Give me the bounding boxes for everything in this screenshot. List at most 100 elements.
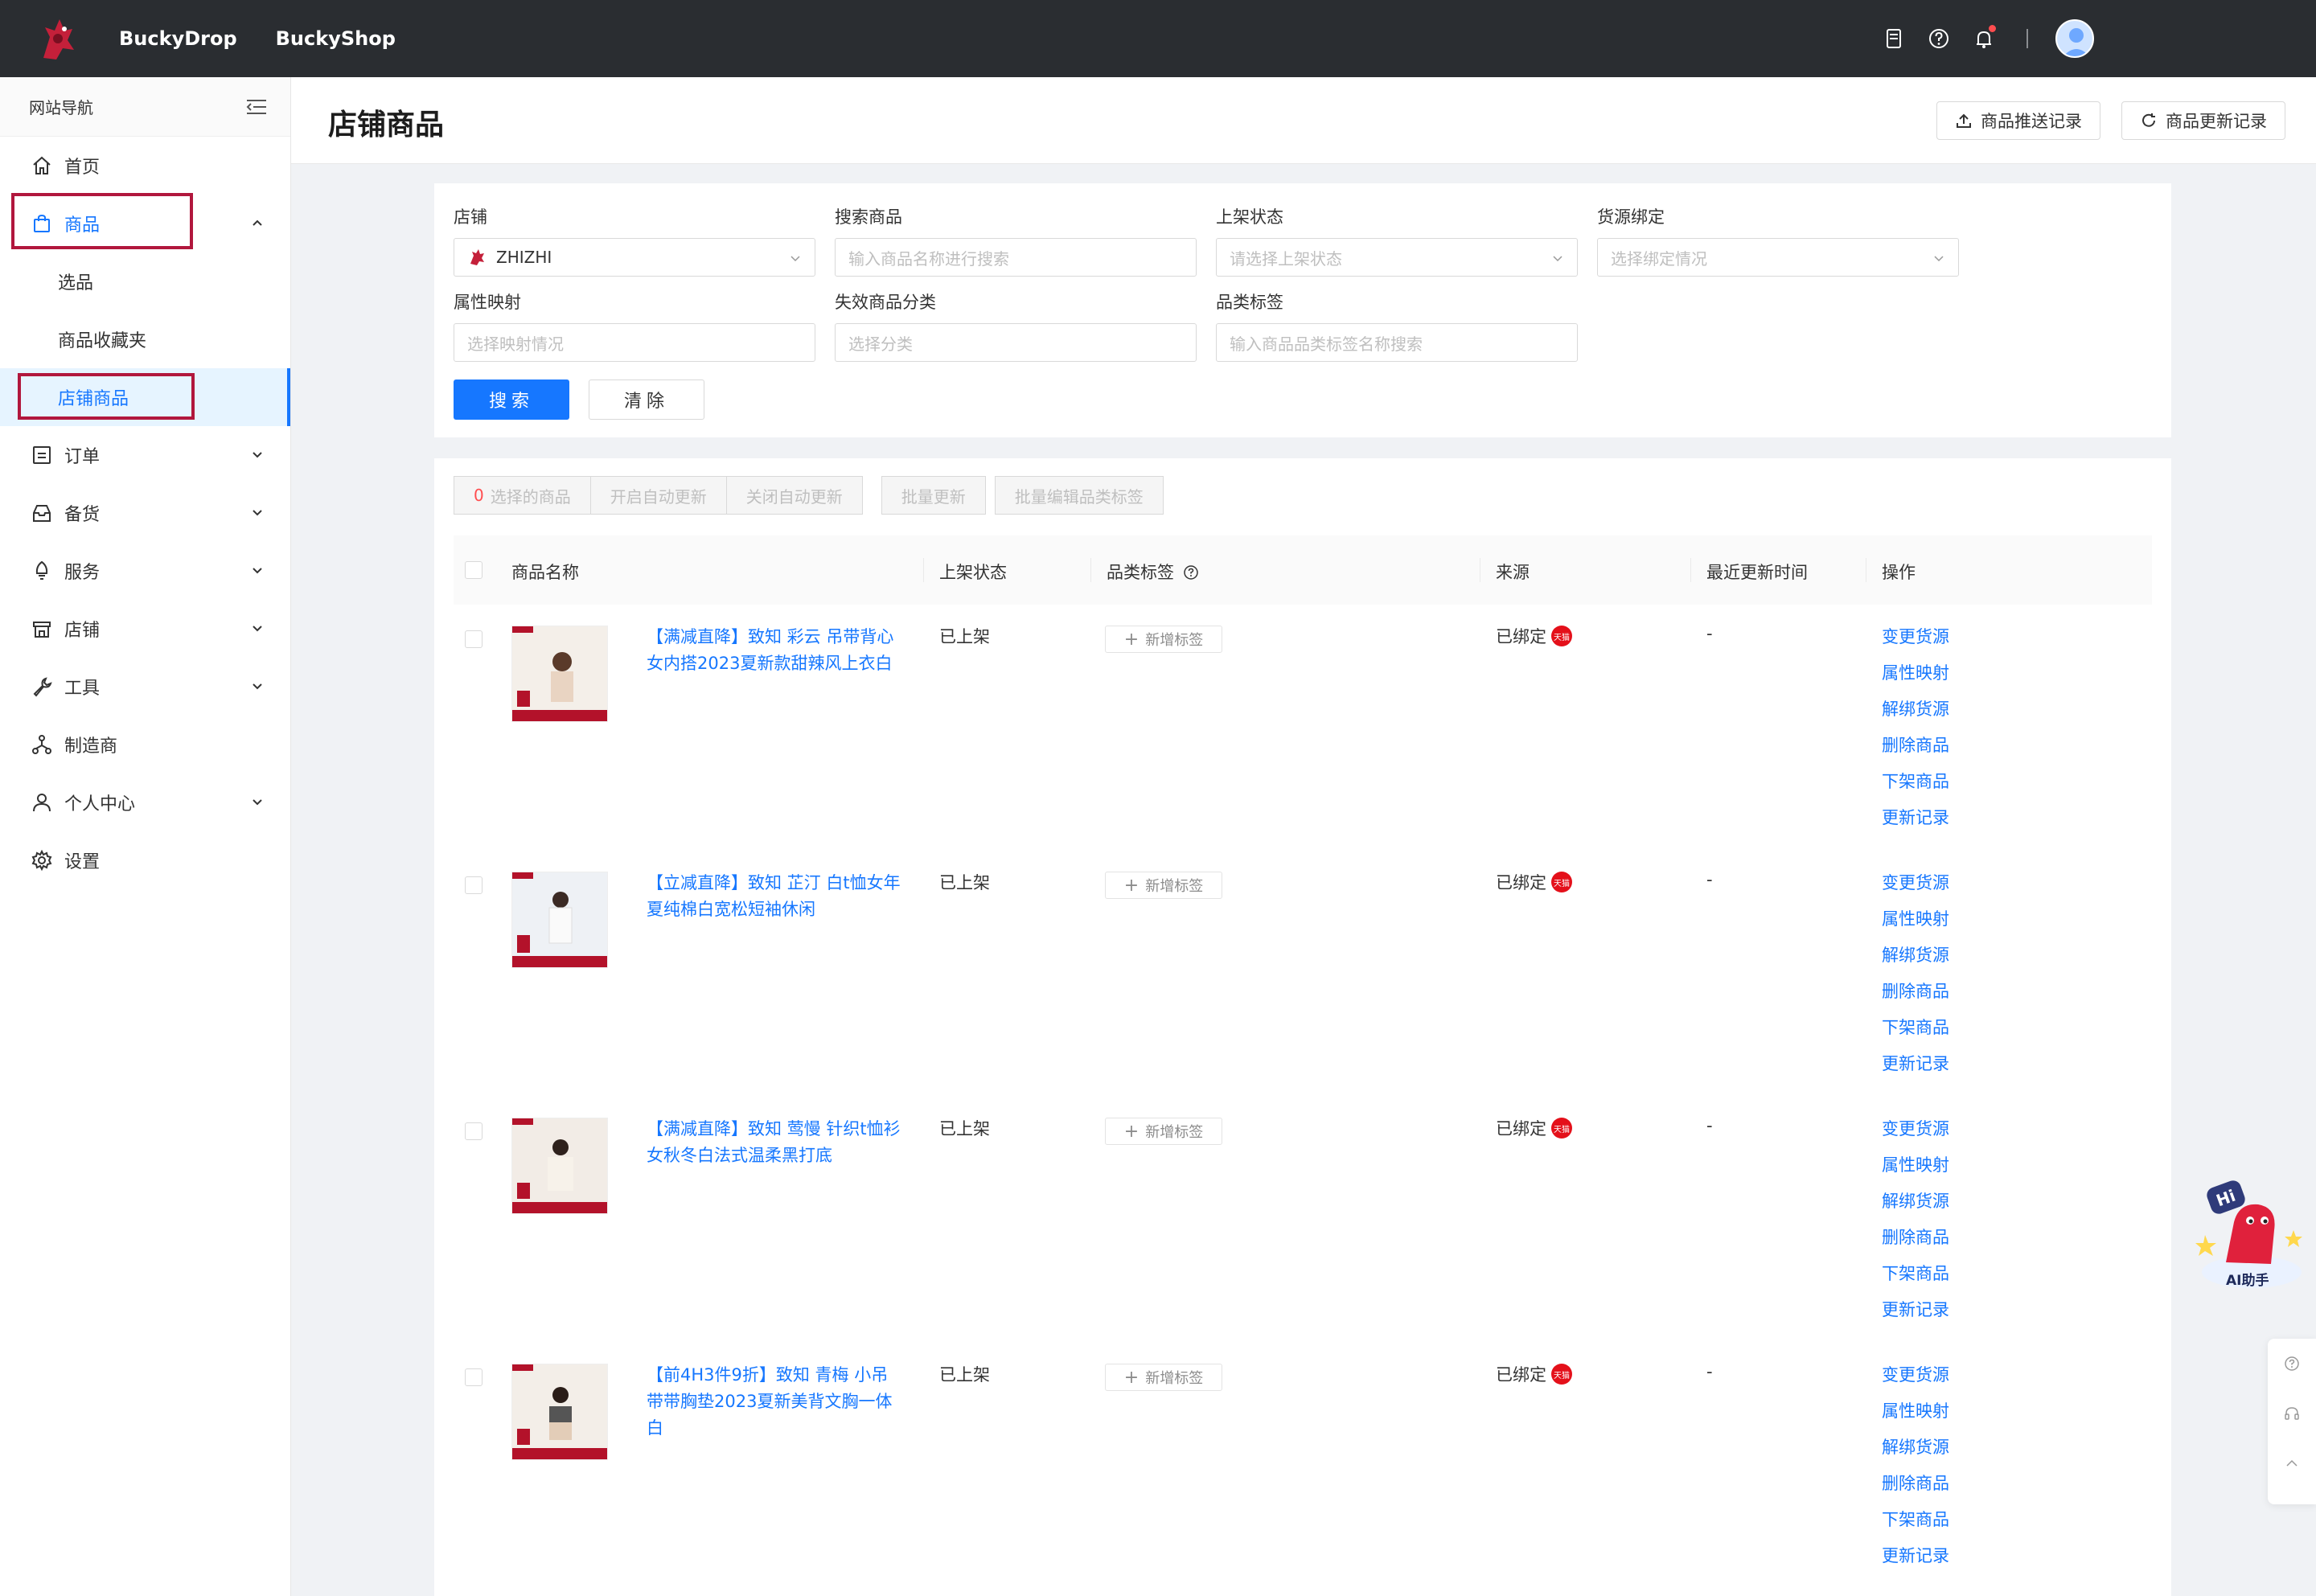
ai-assistant-widget[interactable]: Hi AI助手 [2194,1166,2306,1294]
help-icon[interactable] [1925,25,1953,52]
tag-search-input[interactable]: 输入商品品类标签名称搜索 [1216,323,1578,362]
add-tag-button[interactable]: + 新增标签 [1105,872,1222,899]
row-checkbox[interactable] [465,630,482,648]
product-name-link[interactable]: 【立减直降】致知 芷汀 白t恤女年夏纯棉白宽松短袖休闲 [647,870,904,923]
invalid-category-select[interactable]: 选择分类 [835,323,1197,362]
select-all-checkbox[interactable] [465,561,482,579]
filter-panel: 店铺 ZHIZHI 搜索商品 输入商品名称进行搜索 上架状态 请选择上架状态 货… [434,183,2171,437]
shop-select[interactable]: ZHIZHI [454,238,815,277]
sidebar-item-manufacturer[interactable]: 制造商 [0,716,290,773]
update-log-link[interactable]: 更新记录 [1882,1051,1949,1087]
plus-icon: + [1123,1367,1140,1388]
binding-select[interactable]: 选择绑定情况 [1597,238,1959,277]
unbind-source-link[interactable]: 解绑货源 [1882,696,1949,732]
attribute-mapping-link[interactable]: 属性映射 [1882,906,1949,942]
search-input[interactable]: 输入商品名称进行搜索 [835,238,1197,277]
sidebar-item-label: 首页 [64,158,101,178]
unlist-product-link[interactable]: 下架商品 [1882,1261,1949,1297]
sidebar-item-profile[interactable]: 个人中心 [0,773,290,831]
unlist-product-link[interactable]: 下架商品 [1882,769,1949,805]
change-source-link[interactable]: 变更货源 [1882,870,1949,906]
batch-edit-tag-button[interactable]: 批量编辑品类标签 [994,476,1164,515]
product-status: 已上架 [939,627,990,646]
delete-product-link[interactable]: 删除商品 [1882,732,1949,769]
sidebar-item-service[interactable]: 服务 [0,542,290,600]
sidebar-item-label: 服务 [64,563,101,583]
sidebar-item-stock[interactable]: 备货 [0,484,290,542]
product-name-link[interactable]: 【满减直降】致知 莺慢 针织t恤衫女秋冬白法式温柔黑打底 [647,1116,904,1169]
bucky-logo-icon[interactable] [32,13,80,64]
unbind-source-link[interactable]: 解绑货源 [1882,1188,1949,1225]
row-checkbox[interactable] [465,876,482,894]
highlight-box-store-products [18,373,195,420]
unlist-product-link[interactable]: 下架商品 [1882,1015,1949,1051]
status-label: 上架状态 [1216,207,1283,227]
unbind-source-link[interactable]: 解绑货源 [1882,1434,1949,1471]
doc-icon[interactable] [1880,25,1907,52]
delete-product-link[interactable]: 删除商品 [1882,1225,1949,1261]
avatar[interactable] [2055,19,2094,58]
auto-update-on-button[interactable]: 开启自动更新 [589,476,727,515]
help-icon[interactable] [2268,1339,2316,1389]
change-source-link[interactable]: 变更货源 [1882,624,1949,660]
attribute-mapping-link[interactable]: 属性映射 [1882,1152,1949,1188]
headset-icon[interactable] [2268,1389,2316,1438]
brand-buckydrop[interactable]: BuckyDrop [119,27,237,50]
mapping-select[interactable]: 选择映射情况 [454,323,815,362]
product-name-link[interactable]: 【前4H3件9折】致知 青梅 小吊带带胸垫2023夏新美背文胸一体白 [647,1362,904,1442]
update-log-button[interactable]: 商品更新记录 [2121,101,2285,140]
unbind-source-link[interactable]: 解绑货源 [1882,942,1949,979]
brand-buckyshop[interactable]: BuckyShop [276,27,396,50]
delete-product-link[interactable]: 删除商品 [1882,979,1949,1015]
source-text: 已绑定 [1496,1365,1546,1385]
sidebar-item-settings[interactable]: 设置 [0,831,290,889]
sidebar-item-orders[interactable]: 订单 [0,426,290,484]
bell-icon[interactable] [1970,25,1998,52]
auto-update-off-button[interactable]: 关闭自动更新 [725,476,863,515]
sidebar-item-shop[interactable]: 店铺 [0,600,290,658]
product-thumbnail[interactable] [511,1364,608,1460]
batch-update-button[interactable]: 批量更新 [881,476,986,515]
chevron-down-icon [253,452,262,458]
chevron-up-icon [253,220,262,226]
product-name-link[interactable]: 【满减直降】致知 彩云 吊带背心女内搭2023夏新款甜辣风上衣白 [647,624,904,677]
attribute-mapping-link[interactable]: 属性映射 [1882,660,1949,696]
sidebar-subitem-favorites[interactable]: 商品收藏夹 [0,310,290,368]
back-to-top-icon[interactable] [2268,1438,2316,1488]
product-table-panel: 0 选择的商品 开启自动更新 关闭自动更新 批量更新 批量编辑品类标签 商品名称… [434,458,2171,1596]
add-tag-button[interactable]: + 新增标签 [1105,1364,1222,1391]
source-text: 已绑定 [1496,1119,1546,1139]
search-placeholder: 输入商品名称进行搜索 [848,248,1009,269]
col-category-tag: 品类标签 [1107,560,1199,584]
sidebar-item-home[interactable]: 首页 [0,137,290,195]
status-select[interactable]: 请选择上架状态 [1216,238,1578,277]
delete-product-link[interactable]: 删除商品 [1882,1471,1949,1507]
push-log-button[interactable]: 商品推送记录 [1936,101,2100,140]
network-icon [31,733,53,756]
tmall-badge: 天猫 [1551,1364,1572,1385]
sidebar-item-tools[interactable]: 工具 [0,658,290,716]
row-checkbox[interactable] [465,1368,482,1386]
add-tag-button[interactable]: + 新增标签 [1105,1118,1222,1145]
unlist-product-link[interactable]: 下架商品 [1882,1507,1949,1543]
product-thumbnail[interactable] [511,626,608,722]
chevron-down-icon [253,626,262,632]
update-log-link[interactable]: 更新记录 [1882,1297,1949,1333]
update-log-link[interactable]: 更新记录 [1882,805,1949,841]
tmall-badge: 天猫 [1551,1118,1572,1139]
attribute-mapping-link[interactable]: 属性映射 [1882,1398,1949,1434]
search-button[interactable]: 搜索 [454,380,569,420]
product-thumbnail[interactable] [511,872,608,968]
add-tag-button[interactable]: + 新增标签 [1105,626,1222,653]
row-checkbox[interactable] [465,1122,482,1140]
change-source-link[interactable]: 变更货源 [1882,1116,1949,1152]
selected-products-button[interactable]: 0 选择的商品 [454,476,591,515]
help-icon[interactable] [1183,564,1199,581]
update-log-link[interactable]: 更新记录 [1882,1543,1949,1579]
sidebar-subitem-selection[interactable]: 选品 [0,252,290,310]
product-thumbnail[interactable] [511,1118,608,1214]
collapse-menu-icon[interactable] [245,97,268,117]
change-source-link[interactable]: 变更货源 [1882,1362,1949,1398]
sidebar-item-label: 工具 [64,679,101,699]
clear-button[interactable]: 清除 [589,380,704,420]
